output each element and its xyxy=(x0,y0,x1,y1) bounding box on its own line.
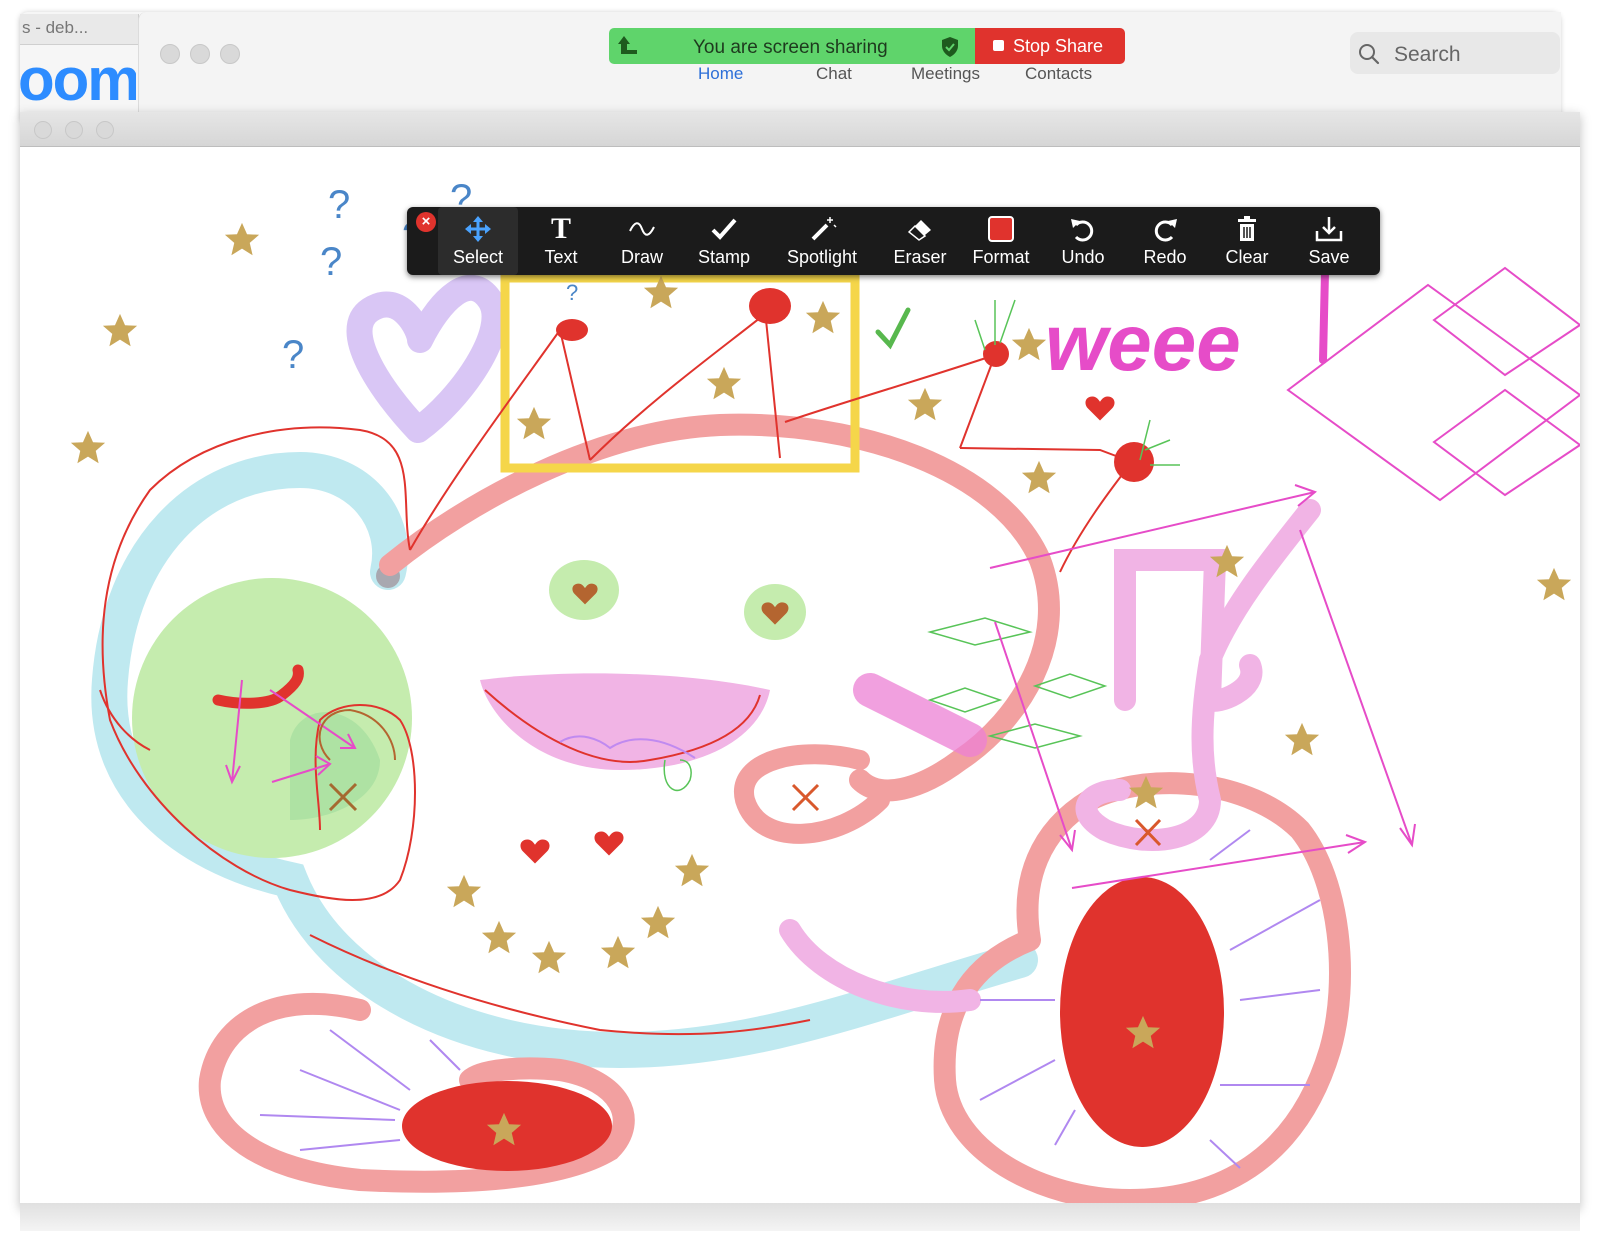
red-heart xyxy=(594,831,624,856)
red-oval-right xyxy=(1060,877,1224,1147)
squiggle-icon xyxy=(602,213,682,245)
zoom-logo: oom xyxy=(18,50,136,113)
svg-text:?: ? xyxy=(328,183,350,227)
checkmark-icon xyxy=(684,213,764,245)
pink-loop-stroke xyxy=(734,744,890,844)
svg-text:?: ? xyxy=(320,240,342,284)
magenta-exclamation xyxy=(1319,268,1329,364)
tab-home[interactable]: Home xyxy=(698,64,743,84)
red-dot-3 xyxy=(983,341,1009,367)
share-arrow-icon xyxy=(618,36,637,54)
tool-text[interactable]: T Text xyxy=(521,207,601,275)
trash-icon xyxy=(1207,213,1287,245)
whiteboard-canvas[interactable]: weee ??? ?? ? xyxy=(20,146,1580,1203)
whiteboard-titlebar xyxy=(20,112,1580,147)
window-zoom-button[interactable] xyxy=(220,44,240,64)
tool-stamp[interactable]: Stamp xyxy=(684,207,764,275)
window-minimize-button[interactable] xyxy=(190,44,210,64)
tool-spotlight[interactable]: Spotlight xyxy=(782,207,862,275)
whiteboard-bottom-edge xyxy=(20,1203,1580,1231)
red-dot-1 xyxy=(556,319,588,341)
magenta-thick-stroke xyxy=(853,673,987,757)
stop-square-icon xyxy=(993,40,1004,51)
purple-heart-stroke xyxy=(346,274,508,443)
red-heart xyxy=(520,839,550,864)
tool-undo[interactable]: Undo xyxy=(1043,207,1123,275)
red-dot-2 xyxy=(749,288,791,324)
tool-select[interactable]: Select xyxy=(438,207,518,275)
whiteboard-zoom-button[interactable] xyxy=(96,121,114,139)
tool-stamp-label: Stamp xyxy=(697,247,751,267)
tool-format[interactable]: Format xyxy=(961,207,1041,275)
stop-share-label: Stop Share xyxy=(1013,36,1104,56)
move-arrows-icon xyxy=(438,213,518,245)
tab-meetings[interactable]: Meetings xyxy=(911,64,980,84)
undo-icon xyxy=(1043,213,1123,245)
shield-check-icon xyxy=(942,37,958,57)
whiteboard-close-button[interactable] xyxy=(34,121,52,139)
magic-wand-icon xyxy=(782,213,862,245)
tab-chat[interactable]: Chat xyxy=(816,64,852,84)
eraser-icon xyxy=(880,213,960,245)
tool-draw[interactable]: Draw xyxy=(602,207,682,275)
window-close-button[interactable] xyxy=(160,44,180,64)
behind-window-title: s - deb... xyxy=(22,18,89,37)
sharing-status-text: You are screen sharing xyxy=(693,37,888,58)
tool-redo[interactable]: Redo xyxy=(1125,207,1205,275)
tool-save[interactable]: Save xyxy=(1289,207,1369,275)
redo-icon xyxy=(1125,213,1205,245)
svg-text:?: ? xyxy=(282,333,304,377)
red-square-icon xyxy=(961,213,1041,245)
close-toolbar-button[interactable]: × xyxy=(416,212,436,232)
tool-spotlight-label: Spotlight xyxy=(786,247,858,267)
tool-eraser[interactable]: Eraser xyxy=(880,207,960,275)
search-icon xyxy=(1359,44,1380,65)
green-check-stamp xyxy=(875,307,911,350)
download-icon xyxy=(1289,213,1369,245)
tool-save-label: Save xyxy=(1308,247,1350,267)
tab-contacts[interactable]: Contacts xyxy=(1025,64,1092,84)
red-heart xyxy=(1085,396,1115,421)
small-question-mark: ? xyxy=(566,280,578,305)
magenta-diamonds xyxy=(1286,266,1580,502)
whiteboard-minimize-button[interactable] xyxy=(65,121,83,139)
weee-annotation: weee xyxy=(1045,298,1241,387)
tool-clear[interactable]: Clear xyxy=(1207,207,1287,275)
search-placeholder: Search xyxy=(1394,43,1461,66)
text-t-icon: T xyxy=(550,212,571,245)
